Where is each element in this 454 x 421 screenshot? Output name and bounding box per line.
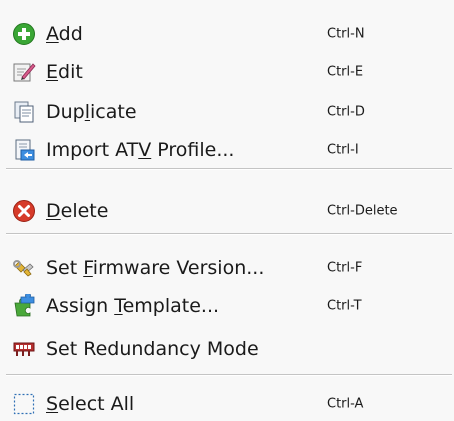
add-icon [12,22,36,46]
menu-item-label: Import ATV Profile... [46,139,235,161]
shortcut-label: Ctrl-E [327,64,364,80]
menu-item-set-firmware-version[interactable]: Set Firmware Version... Ctrl-F [0,251,454,285]
menu-item-label: Set Redundancy Mode [46,338,259,360]
delete-icon [12,199,36,223]
menu-item-assign-template[interactable]: Assign Template... Ctrl-T [0,289,454,323]
edit-icon [12,60,36,84]
menu-item-label: Set Firmware Version... [46,257,265,279]
context-menu: Add Ctrl-N Edit Ctrl-E Duplicate Ctrl-D … [0,0,454,421]
import-icon [12,138,36,162]
menu-item-label: Duplicate [46,101,137,123]
menu-item-label: Add [46,23,83,45]
menu-item-set-redundancy-mode[interactable]: Set Redundancy Mode [0,332,454,366]
shortcut-label: Ctrl-A [327,396,364,412]
menu-separator [6,374,452,376]
menu-item-label: Edit [46,61,83,83]
shortcut-label: Ctrl-T [327,298,362,314]
shortcut-label: Ctrl-F [327,260,363,276]
shortcut-label: Ctrl-N [327,26,365,42]
menu-item-add[interactable]: Add Ctrl-N [0,17,454,51]
menu-separator [6,233,452,235]
shortcut-label: Ctrl-I [327,142,359,158]
menu-item-label: Select All [46,393,135,415]
menu-item-label: Delete [46,200,109,222]
select-all-icon [12,392,36,416]
menu-separator [6,168,452,170]
template-icon [12,294,36,318]
redundancy-icon [12,337,36,361]
firmware-icon [12,256,36,280]
menu-item-duplicate[interactable]: Duplicate Ctrl-D [0,95,454,129]
shortcut-label: Ctrl-D [327,104,365,120]
duplicate-icon [12,100,36,124]
menu-item-delete[interactable]: Delete Ctrl-Delete [0,194,454,228]
menu-item-label: Assign Template... [46,295,220,317]
menu-item-select-all[interactable]: Select All Ctrl-A [0,387,454,421]
menu-item-edit[interactable]: Edit Ctrl-E [0,55,454,89]
menu-item-import-atv-profile[interactable]: Import ATV Profile... Ctrl-I [0,133,454,167]
shortcut-label: Ctrl-Delete [327,203,398,219]
